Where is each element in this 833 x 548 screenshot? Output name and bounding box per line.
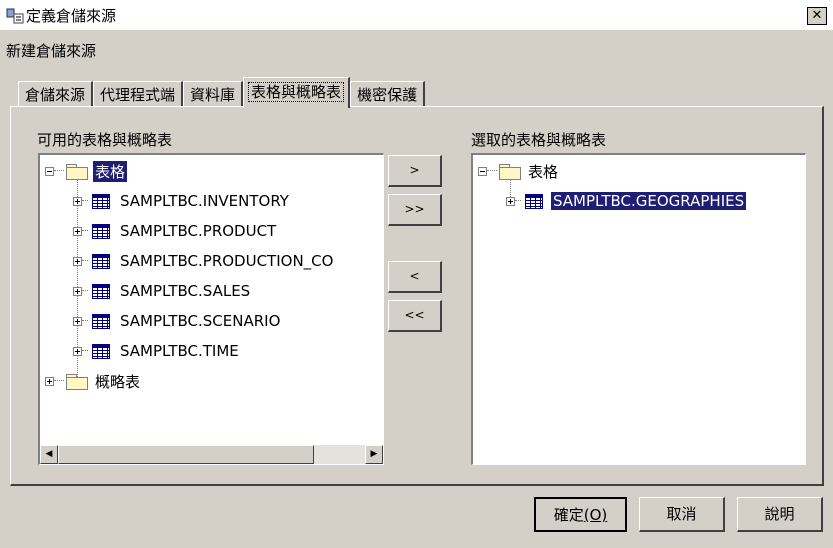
tree-connector [82, 350, 88, 352]
list-item[interactable]: SAMPLTBC.PRODUCT [73, 219, 278, 243]
list-item[interactable]: SAMPLTBC.SALES [73, 279, 252, 303]
tab-tables-and-views[interactable]: 表格與概略表 [243, 77, 351, 108]
table-name: SAMPLTBC.TIME [120, 342, 239, 360]
table-name: SAMPLTBC.SALES [120, 282, 251, 300]
table-name: SAMPLTBC.INVENTORY [120, 192, 289, 210]
list-item[interactable]: SAMPLTBC.SCENARIO [73, 309, 282, 333]
tree-connector [82, 230, 88, 232]
ok-label: 確定 [553, 506, 584, 524]
table-name: SAMPLTBC.GEOGRAPHIES [551, 192, 747, 210]
tree-label: 概略表 [95, 372, 141, 391]
plus-expander-icon[interactable] [73, 346, 82, 356]
cancel-button[interactable]: 取消 [639, 497, 725, 532]
tree-label: 表格 [528, 162, 559, 181]
horizontal-scrollbar[interactable]: ◀ ▶ [40, 445, 383, 464]
table-icon [92, 283, 110, 299]
table-icon [525, 193, 543, 209]
window-title: 定義倉儲來源 [26, 7, 117, 25]
scroll-thumb[interactable] [58, 445, 314, 464]
plus-expander-icon[interactable] [73, 286, 82, 296]
plus-expander-icon[interactable] [73, 196, 82, 206]
plus-expander-icon[interactable] [45, 376, 54, 386]
tab-security[interactable]: 機密保護 [350, 81, 426, 107]
help-button[interactable]: 說明 [737, 497, 823, 532]
dialog-subtitle: 新建倉儲來源 [6, 42, 97, 60]
table-icon [92, 193, 110, 209]
folder-icon [66, 373, 88, 390]
add-all-button[interactable]: >> [388, 194, 442, 226]
table-icon [92, 253, 110, 269]
ok-button[interactable]: 確定(O) [534, 497, 627, 532]
table-icon [92, 343, 110, 359]
list-item[interactable]: SAMPLTBC.GEOGRAPHIES [506, 189, 747, 213]
available-tree[interactable]: 表格 SAMPLTBC.INVENTORY SAMPLTBC.PRODUCT S… [38, 153, 384, 465]
selected-tree[interactable]: 表格 SAMPLTBC.GEOGRAPHIES [471, 153, 806, 465]
list-item[interactable]: SAMPLTBC.INVENTORY [73, 189, 291, 213]
minus-expander-icon[interactable] [478, 166, 487, 176]
tab-strip: 倉儲來源 代理程式端 資料庫 表格與概略表 機密保護 [18, 77, 426, 108]
ok-mnemonic: (O) [583, 506, 608, 524]
right-arrow-icon: ▶ [370, 449, 378, 459]
tree-connector [54, 380, 64, 382]
plus-expander-icon[interactable] [73, 316, 82, 326]
tree-connector [82, 260, 88, 262]
tab-database[interactable]: 資料庫 [183, 81, 244, 107]
close-button[interactable]: ✕ [807, 7, 827, 25]
window-app-icon [6, 8, 24, 24]
plus-expander-icon[interactable] [506, 196, 515, 206]
close-icon: ✕ [811, 8, 823, 23]
remove-button[interactable]: < [388, 261, 442, 293]
tree-folder-tables[interactable]: 表格 [478, 159, 560, 183]
list-item[interactable]: SAMPLTBC.PRODUCTION_CO [73, 249, 335, 273]
list-item[interactable]: SAMPLTBC.TIME [73, 339, 241, 363]
folder-icon [499, 163, 521, 180]
minus-expander-icon[interactable] [45, 166, 54, 176]
title-bar: 定義倉儲來源 ✕ [0, 0, 833, 30]
table-icon [92, 313, 110, 329]
tree-connector [54, 170, 64, 172]
remove-all-button[interactable]: << [388, 300, 442, 332]
tree-folder-views[interactable]: 概略表 [45, 369, 142, 393]
plus-expander-icon[interactable] [73, 256, 82, 266]
tab-agent-site[interactable]: 代理程式端 [93, 81, 184, 107]
folder-icon [66, 163, 88, 180]
table-name: SAMPLTBC.PRODUCTION_CO [120, 252, 334, 270]
scroll-right-button[interactable]: ▶ [365, 445, 383, 464]
tree-connector [515, 200, 521, 202]
table-icon [92, 223, 110, 239]
tree-connector [82, 320, 88, 322]
tree-connector [82, 200, 88, 202]
tree-connector [487, 170, 497, 172]
add-button[interactable]: > [388, 155, 442, 187]
tab-warehouse-source[interactable]: 倉儲來源 [18, 81, 94, 107]
tree-folder-tables[interactable]: 表格 [45, 159, 128, 183]
tab-panel: 可用的表格與概略表 表格 SAMPLTBC.INVENTORY SAMPLTBC… [10, 106, 824, 486]
table-name: SAMPLTBC.SCENARIO [120, 312, 281, 330]
left-arrow-icon: ◀ [45, 449, 53, 459]
available-label: 可用的表格與概略表 [37, 131, 173, 149]
plus-expander-icon[interactable] [73, 226, 82, 236]
scroll-left-button[interactable]: ◀ [40, 445, 58, 464]
tree-label: 表格 [93, 160, 128, 182]
tree-connector [82, 290, 88, 292]
selected-label: 選取的表格與概略表 [471, 131, 607, 149]
table-name: SAMPLTBC.PRODUCT [120, 222, 277, 240]
